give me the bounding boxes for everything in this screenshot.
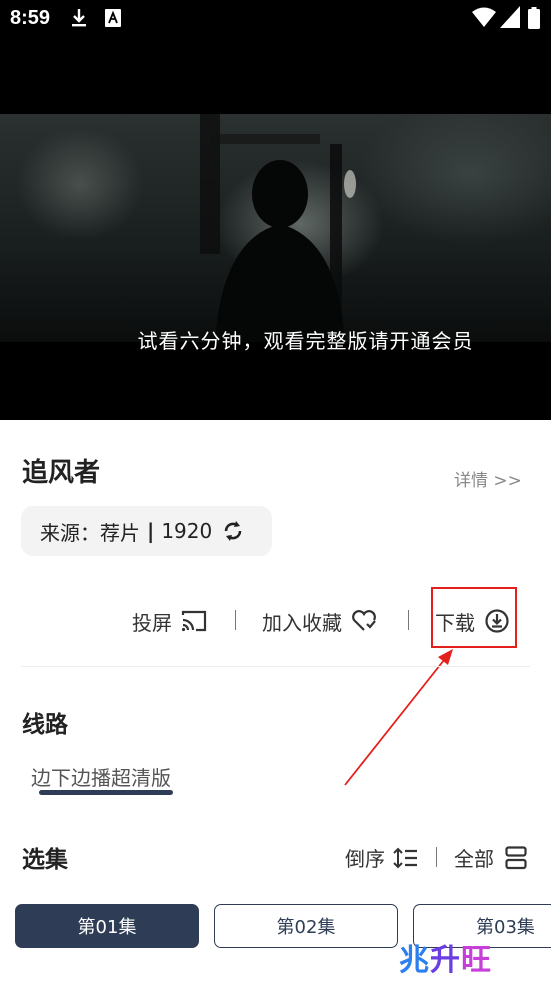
reverse-order-label: 倒序 (345, 847, 385, 871)
sort-icon (393, 847, 419, 869)
video-frame (0, 114, 551, 342)
all-episodes-button[interactable]: 全部 (454, 843, 527, 872)
reverse-order-button[interactable]: 倒序 (345, 843, 419, 872)
source-selector[interactable]: 来源：荐片 | 1920 (21, 506, 272, 556)
source-value: 1920 (161, 519, 213, 543)
episode-button[interactable]: 第01集 (15, 904, 199, 948)
favorite-label: 加入收藏 (262, 610, 342, 635)
cast-button[interactable]: 投屏 (132, 605, 207, 637)
battery-icon (528, 7, 540, 29)
section-divider (21, 666, 530, 667)
cast-icon (181, 610, 207, 632)
a-notification-icon (104, 8, 122, 28)
download-icon (70, 8, 88, 28)
status-time: 8:59 (10, 7, 51, 29)
heart-icon (351, 610, 377, 632)
signal-icon (500, 6, 520, 28)
action-divider (235, 610, 236, 630)
watermark-logo: 兆升旺 (399, 943, 492, 978)
favorite-button[interactable]: 加入收藏 (262, 605, 377, 637)
source-label: 来源：荐片 (40, 520, 140, 545)
all-episodes-label: 全部 (454, 847, 494, 871)
source-separator: | (147, 519, 155, 543)
download-highlight-box (431, 587, 517, 648)
refresh-icon[interactable] (222, 518, 244, 544)
grid-icon (505, 845, 527, 870)
detail-link[interactable]: 详情 >> (454, 466, 522, 491)
movie-title: 追风者 (22, 458, 101, 488)
episodes-divider (436, 847, 437, 867)
video-subtitle: 试看六分钟，观看完整版请开通会员 (137, 329, 474, 353)
wifi-icon (472, 6, 496, 28)
route-tab-selected[interactable]: 边下边播超清版 (31, 762, 171, 791)
episodes-heading: 选集 (22, 847, 68, 873)
status-bar: 8:59 (0, 0, 551, 38)
route-tab-indicator (39, 790, 173, 795)
route-heading: 线路 (22, 712, 68, 738)
action-divider (408, 610, 409, 630)
video-player[interactable]: 试看六分钟，观看完整版请开通会员 (0, 38, 551, 420)
cast-label: 投屏 (132, 610, 172, 635)
episode-button[interactable]: 第02集 (214, 904, 398, 948)
